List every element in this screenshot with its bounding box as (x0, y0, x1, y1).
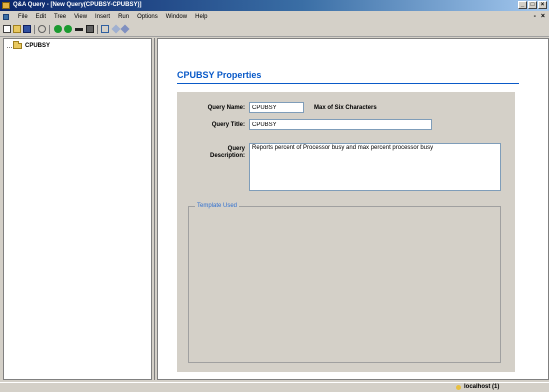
query-name-hint: Max of Six Characters (314, 105, 377, 111)
page-title: CPUBSY Properties (177, 70, 262, 80)
heading-divider (177, 83, 519, 84)
menu-view[interactable]: View (70, 11, 91, 23)
find-icon[interactable] (101, 25, 109, 33)
stop-icon[interactable] (64, 25, 72, 33)
query-title-label: Query Title: (211, 122, 245, 128)
options-icon[interactable] (120, 24, 130, 34)
mdi-minimize-button[interactable]: - (534, 11, 536, 23)
minus-icon[interactable] (75, 28, 83, 31)
menu-help[interactable]: Help (191, 11, 211, 23)
folder-icon (13, 41, 22, 49)
print-icon[interactable] (86, 25, 94, 33)
toolbar-separator (49, 25, 50, 34)
query-name-label: Query Name: (207, 105, 245, 111)
document-icon[interactable] (3, 14, 9, 20)
menu-tree[interactable]: Tree (50, 11, 70, 23)
template-used-group: Template Used (188, 203, 501, 363)
tree-node-root[interactable]: CPUBSY (13, 41, 51, 49)
open-icon[interactable] (13, 25, 21, 33)
toolbar-separator (34, 25, 35, 34)
query-description-field[interactable]: Reports percent of Processor busy and ma… (249, 143, 501, 191)
template-group-title: Template Used (195, 203, 240, 209)
minimize-button[interactable]: _ (518, 1, 527, 9)
new-icon[interactable] (3, 25, 11, 33)
panel-splitter[interactable] (154, 38, 155, 380)
mdi-close-button[interactable]: × (541, 11, 545, 23)
back-icon[interactable] (38, 25, 46, 33)
query-name-field[interactable] (249, 102, 304, 113)
menu-insert[interactable]: Insert (91, 11, 114, 23)
query-title-field[interactable] (249, 119, 432, 130)
properties-panel: Query Name: Max of Six Characters Query … (177, 92, 515, 372)
window-title-bar[interactable]: Q&A Query - [New Query(CPUBSY-CPUBSY)] _… (0, 0, 549, 11)
query-tree-panel[interactable]: CPUBSY (3, 38, 152, 380)
status-bar: localhost (1) (0, 382, 549, 392)
menu-edit[interactable]: Edit (32, 11, 50, 23)
maximize-button[interactable]: □ (528, 1, 537, 9)
properties-view: CPUBSY Properties Query Name: Max of Six… (157, 38, 549, 380)
menu-bar: File Edit Tree View Insert Run Options W… (0, 11, 549, 23)
menu-window[interactable]: Window (162, 11, 191, 23)
connection-status: localhost (1) (464, 384, 500, 390)
connection-status-icon (456, 385, 461, 390)
toolbar (0, 23, 549, 37)
window-controls: _ □ × (518, 1, 547, 9)
toolbar-separator (97, 25, 98, 34)
menu-options[interactable]: Options (133, 11, 162, 23)
menu-file[interactable]: File (14, 11, 32, 23)
menu-run[interactable]: Run (114, 11, 133, 23)
menu-items: File Edit Tree View Insert Run Options W… (14, 11, 211, 23)
window-title: Q&A Query - [New Query(CPUBSY-CPUBSY)] (13, 2, 142, 8)
save-icon[interactable] (23, 25, 31, 33)
query-description-label-line1: Query (227, 146, 245, 152)
mdi-controls: - × (534, 11, 545, 23)
query-description-label-line2: Description: (209, 153, 245, 159)
app-icon (2, 2, 10, 9)
run-icon[interactable] (54, 25, 62, 33)
tree-connector (7, 47, 12, 48)
tree-node-label: CPUBSY (25, 43, 51, 49)
close-button[interactable]: × (538, 1, 547, 9)
link-icon[interactable] (111, 24, 121, 34)
